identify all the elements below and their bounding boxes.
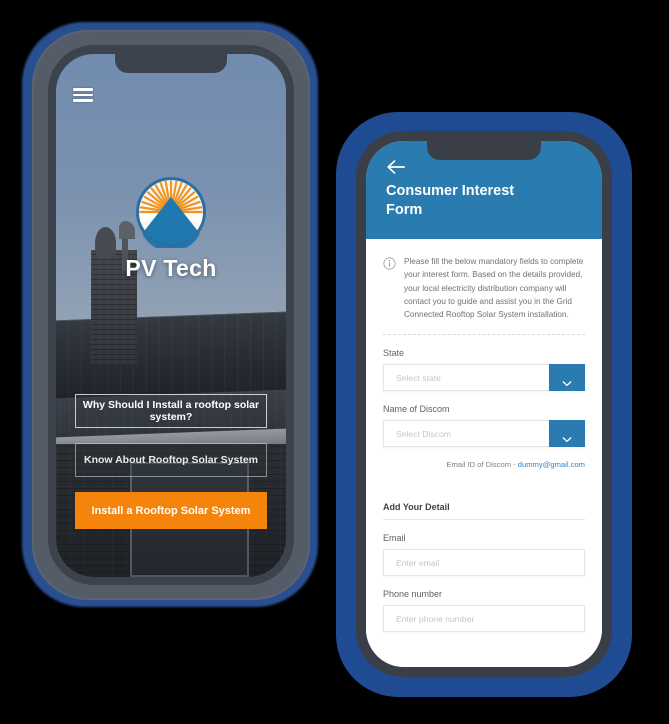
email-input[interactable]: Enter email — [383, 549, 585, 577]
state-select[interactable]: Select state — [383, 364, 585, 392]
back-arrow-icon[interactable] — [386, 159, 405, 175]
discom-email-row: Email ID of Discom - dummy@gmail.com — [383, 447, 585, 469]
state-dropdown-button[interactable] — [549, 364, 585, 392]
discom-dropdown-button[interactable] — [549, 420, 585, 448]
hamburger-menu-icon[interactable] — [73, 88, 93, 102]
discom-label: Name of Discom — [383, 404, 450, 415]
hamburger-line — [73, 88, 93, 91]
phone-field-group: Phone number Enter phone number — [383, 576, 585, 633]
info-circle-icon — [383, 257, 396, 270]
phone-home-notch — [115, 54, 227, 73]
phone-form-screen: Consumer Interest Form Please fill the b… — [366, 141, 602, 667]
email-field-group: Email Enter email — [383, 520, 585, 577]
home-action-buttons: Why Should I Install a rooftop solar sys… — [75, 394, 267, 529]
form-title: Consumer Interest Form — [386, 183, 515, 219]
install-system-button[interactable]: Install a Rooftop Solar System — [75, 492, 267, 529]
phone-label: Phone number — [383, 589, 443, 600]
chevron-down-icon — [562, 430, 572, 443]
state-field-group: State Select state — [383, 335, 585, 392]
discom-email-label: Email ID of Discom - — [446, 460, 518, 470]
hamburger-line — [73, 99, 93, 102]
phone-input[interactable]: Enter phone number — [383, 605, 585, 633]
state-label: State — [383, 348, 405, 359]
mockup-stage: PV Tech Why Should I Install a rooftop s… — [0, 0, 669, 724]
discom-field-group: Name of Discom Select Discom — [383, 391, 585, 448]
phone-home-screen: PV Tech Why Should I Install a rooftop s… — [56, 54, 286, 577]
chevron-down-icon — [562, 374, 572, 387]
know-about-button[interactable]: Know About Rooftop Solar System — [75, 443, 267, 477]
discom-input[interactable]: Select Discom — [384, 421, 549, 446]
phone-form-notch — [427, 141, 541, 160]
form-header: Consumer Interest Form — [366, 141, 602, 239]
discom-email-link[interactable]: dummy@gmail.com — [518, 460, 585, 469]
app-title: PV Tech — [125, 255, 217, 281]
why-install-button[interactable]: Why Should I Install a rooftop solar sys… — [75, 394, 267, 428]
pv-tech-logo-icon — [135, 176, 207, 252]
email-label: Email — [383, 533, 406, 544]
add-your-detail-heading: Add Your Detail — [383, 502, 585, 521]
phone-home-ui: PV Tech Why Should I Install a rooftop s… — [56, 54, 286, 577]
form-info-text: Please fill the below mandatory fields t… — [404, 257, 584, 320]
form-body: Please fill the below mandatory fields t… — [366, 239, 602, 667]
form-info-banner: Please fill the below mandatory fields t… — [383, 239, 585, 336]
hamburger-line — [73, 93, 93, 97]
state-input[interactable]: Select state — [384, 365, 549, 390]
discom-select[interactable]: Select Discom — [383, 420, 585, 448]
